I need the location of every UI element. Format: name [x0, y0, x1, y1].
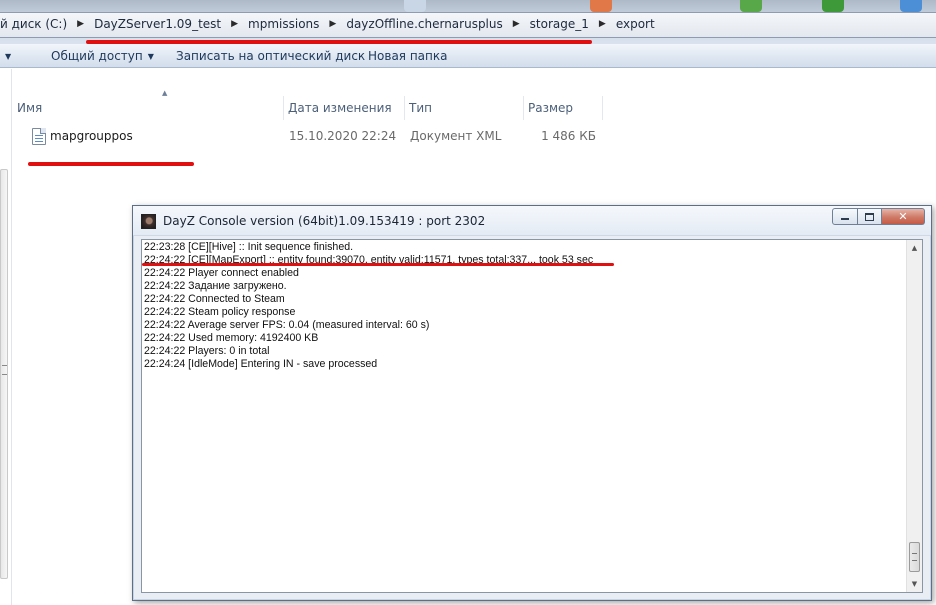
burn-disc-button[interactable]: Записать на оптический диск [176, 44, 365, 68]
red-underline-annotation [28, 162, 194, 166]
minimize-icon [841, 218, 849, 220]
navigation-pane-scrollbar[interactable] [0, 169, 8, 579]
share-button[interactable]: Общий доступ ▼ [51, 44, 154, 68]
column-header-name[interactable]: Имя [13, 96, 284, 120]
scroll-down-arrow-icon[interactable]: ▼ [907, 576, 922, 592]
file-name: mapgrouppos [50, 129, 133, 143]
organize-dropdown-arrow-icon[interactable]: ▼ [0, 44, 14, 68]
scroll-grip-icon [912, 553, 917, 561]
log-line: 22:24:22 Used memory: 4192400 KB [144, 332, 319, 344]
breadcrumb-separator-icon[interactable]: ▶ [227, 19, 242, 29]
maximize-icon [865, 212, 874, 221]
breadcrumb-separator-icon[interactable]: ▶ [509, 19, 524, 29]
breadcrumb-mpmissions[interactable]: mpmissions [242, 17, 325, 31]
file-list-header: ▲ Имя Дата изменения Тип Размер [13, 89, 613, 120]
log-line: 22:24:22 Average server FPS: 0.04 (measu… [144, 319, 430, 331]
desktop-icon-peek [822, 0, 844, 12]
address-bar[interactable]: й диск (C:) ▶ DayZServer1.09_test ▶ mpmi… [0, 12, 936, 38]
dropdown-arrow-icon: ▼ [147, 52, 154, 61]
breadcrumb-drive[interactable]: й диск (C:) [0, 17, 73, 31]
console-scrollbar[interactable]: ▲ ▼ [906, 240, 922, 592]
maximize-button[interactable] [858, 208, 882, 225]
breadcrumb-separator-icon[interactable]: ▶ [73, 19, 88, 29]
console-log-area[interactable]: 22:23:28 [CE][Hive] :: Init sequence fin… [141, 239, 923, 593]
explorer-toolbar: ▼ Общий доступ ▼ Записать на оптический д… [0, 44, 936, 68]
scroll-grip-icon [2, 365, 7, 375]
file-date: 15.10.2020 22:24 [289, 129, 397, 143]
log-line: 22:24:22 Задание загружено. [144, 280, 287, 292]
close-button[interactable]: ✕ [882, 208, 925, 225]
column-header-size[interactable]: Размер [524, 96, 603, 120]
window-controls: ✕ [832, 208, 925, 225]
breadcrumb-separator-icon[interactable]: ▶ [595, 19, 610, 29]
desktop-icon-peek [590, 0, 612, 12]
breadcrumb-export[interactable]: export [610, 17, 661, 31]
new-folder-button[interactable]: Новая папка [368, 44, 447, 68]
log-line: 22:24:24 [IdleMode] Entering IN - save p… [144, 358, 378, 370]
console-log-lines: 22:23:28 [CE][Hive] :: Init sequence fin… [144, 241, 904, 371]
log-line: 22:24:22 Players: 0 in total [144, 345, 270, 357]
file-type: Документ XML [410, 129, 502, 143]
dayz-app-icon [141, 214, 156, 229]
close-icon: ✕ [898, 210, 908, 223]
log-line: 22:24:22 Steam policy response [144, 306, 296, 318]
column-header-date[interactable]: Дата изменения [284, 96, 405, 120]
breadcrumb-mission[interactable]: dayzOffline.chernarusplus [340, 17, 508, 31]
desktop-icon-peek [404, 0, 426, 12]
red-underline-annotation [142, 263, 614, 266]
breadcrumb: й диск (C:) ▶ DayZServer1.09_test ▶ mpmi… [0, 17, 661, 31]
breadcrumb-server-folder[interactable]: DayZServer1.09_test [88, 17, 227, 31]
column-header-type[interactable]: Тип [405, 96, 524, 120]
share-button-label: Общий доступ [51, 49, 143, 63]
log-line: 22:24:22 Player connect enabled [144, 267, 299, 279]
breadcrumb-storage[interactable]: storage_1 [524, 17, 595, 31]
navigation-pane [0, 69, 12, 605]
desktop-icon-peek [740, 0, 762, 12]
minimize-button[interactable] [832, 208, 858, 225]
log-line: 22:23:28 [CE][Hive] :: Init sequence fin… [144, 241, 354, 253]
breadcrumb-separator-icon[interactable]: ▶ [325, 19, 340, 29]
scroll-thumb[interactable] [909, 542, 920, 572]
file-size: 1 486 КБ [541, 129, 596, 143]
file-row[interactable]: mapgrouppos 15.10.2020 22:24 Документ XM… [13, 126, 613, 148]
scroll-up-arrow-icon[interactable]: ▲ [907, 240, 922, 256]
log-line: 22:24:22 Connected to Steam [144, 293, 285, 305]
xml-file-icon [32, 128, 46, 145]
explorer-address-bar-area: й диск (C:) ▶ DayZServer1.09_test ▶ mpmi… [0, 0, 936, 44]
console-window-title: DayZ Console version (64bit)1.09.153419 … [163, 214, 486, 228]
desktop-icon-peek [900, 0, 922, 12]
console-title-bar[interactable]: DayZ Console version (64bit)1.09.153419 … [133, 206, 931, 236]
